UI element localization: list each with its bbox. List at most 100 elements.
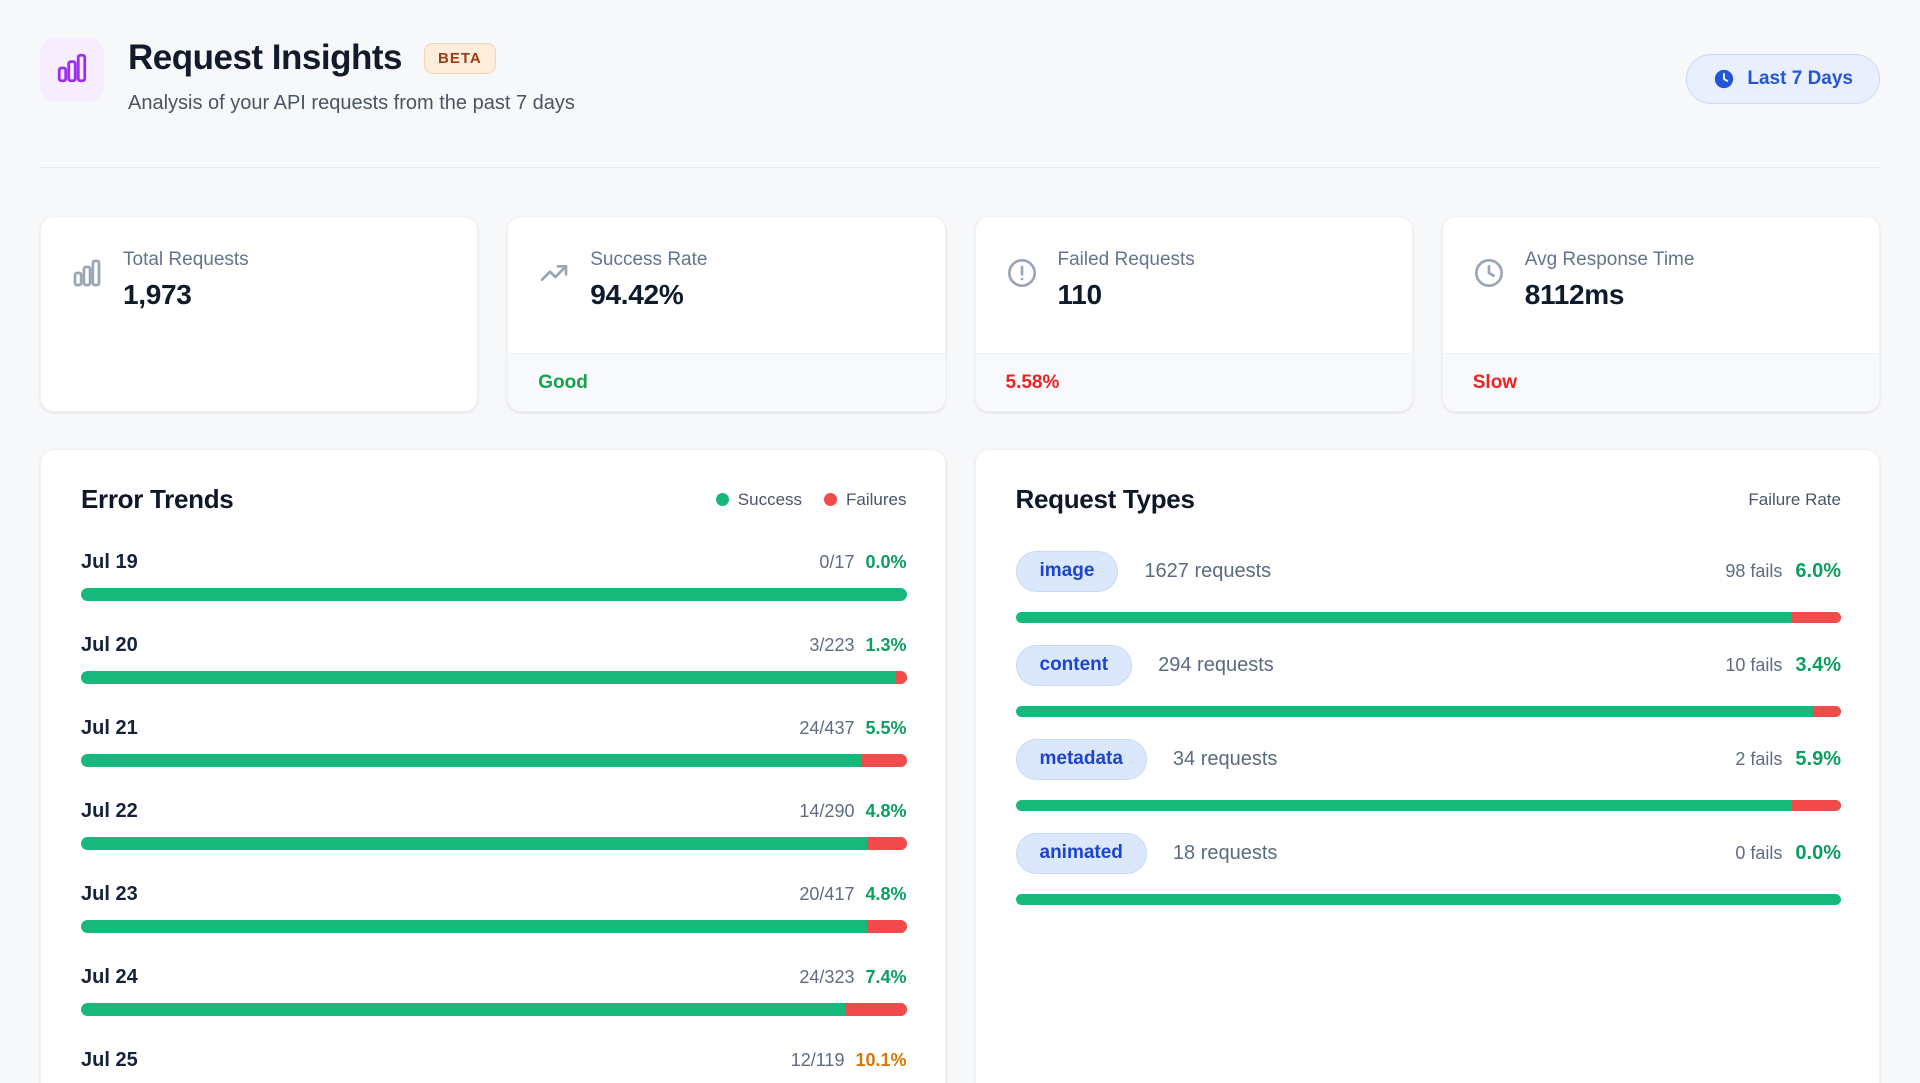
stat-label: Avg Response Time xyxy=(1525,249,1695,271)
stat-card-success-rate: Success Rate 94.42% Good xyxy=(507,216,945,412)
request-types-title: Request Types xyxy=(1016,484,1195,515)
success-failure-bar xyxy=(81,1003,907,1016)
request-type-badge: content xyxy=(1016,645,1133,686)
error-date-label: Jul 23 xyxy=(81,883,138,906)
failure-rate-pct: 5.9% xyxy=(1795,748,1841,771)
bar-chart-icon xyxy=(55,51,89,90)
success-failure-bar xyxy=(1016,800,1842,811)
legend-item-success: Success xyxy=(716,490,802,510)
error-failure-pct: 1.3% xyxy=(865,635,906,656)
bar-chart-icon xyxy=(71,257,103,294)
fail-count: 10 fails xyxy=(1725,655,1782,676)
stat-card-avg-response-time: Avg Response Time 8112ms Slow xyxy=(1442,216,1880,412)
app-logo xyxy=(40,38,104,102)
failure-rate-pct: 6.0% xyxy=(1795,560,1841,583)
error-date-label: Jul 25 xyxy=(81,1049,138,1072)
request-count: 18 requests xyxy=(1173,842,1278,865)
error-trend-row: Jul 21 24/437 5.5% xyxy=(81,717,907,767)
request-type-row: image 1627 requests 98 fails 6.0% xyxy=(1016,551,1842,623)
error-trend-row: Jul 19 0/17 0.0% xyxy=(81,551,907,601)
error-failure-pct: 0.0% xyxy=(865,552,906,573)
header-divider xyxy=(40,167,1880,168)
stat-label: Total Requests xyxy=(123,249,249,271)
fail-count: 2 fails xyxy=(1735,749,1782,770)
legend-label: Success xyxy=(738,490,802,510)
stat-card-failed-requests: Failed Requests 110 5.58% xyxy=(975,216,1413,412)
request-type-badge: metadata xyxy=(1016,739,1147,780)
error-trends-list: Jul 19 0/17 0.0% Jul 20 3/223 1.3% Jul 2… xyxy=(81,551,907,1083)
error-ratio: 24/437 xyxy=(799,718,854,739)
success-failure-bar xyxy=(1016,894,1842,905)
beta-badge: BETA xyxy=(424,43,496,74)
trending-up-icon xyxy=(538,257,570,294)
error-date-label: Jul 22 xyxy=(81,800,138,823)
clock-icon xyxy=(1713,68,1735,90)
request-types-panel: Request Types Failure Rate image 1627 re… xyxy=(975,449,1881,1083)
error-date-label: Jul 19 xyxy=(81,551,138,574)
stat-value: 110 xyxy=(1058,279,1195,311)
success-failure-bar xyxy=(1016,612,1842,623)
success-failure-bar xyxy=(81,920,907,933)
stats-row: Total Requests 1,973 Success Rate 94.42% xyxy=(40,216,1880,412)
stat-footer: 5.58% xyxy=(976,353,1412,411)
page-title: Request Insights xyxy=(128,38,402,78)
clock-icon xyxy=(1473,257,1505,294)
stat-footer: Good xyxy=(508,353,944,411)
error-ratio: 24/323 xyxy=(799,967,854,988)
error-failure-pct: 10.1% xyxy=(855,1050,906,1071)
date-range-button[interactable]: Last 7 Days xyxy=(1686,54,1880,104)
request-type-row: animated 18 requests 0 fails 0.0% xyxy=(1016,833,1842,905)
failure-bar-segment xyxy=(1792,800,1841,811)
error-date-label: Jul 21 xyxy=(81,717,138,740)
failure-rate-column-label: Failure Rate xyxy=(1748,490,1841,510)
failure-bar-segment xyxy=(861,754,906,767)
error-trend-row: Jul 22 14/290 4.8% xyxy=(81,800,907,850)
request-type-badge: animated xyxy=(1016,833,1147,874)
date-range-label: Last 7 Days xyxy=(1747,68,1853,90)
request-type-row: content 294 requests 10 fails 3.4% xyxy=(1016,645,1842,717)
error-date-label: Jul 24 xyxy=(81,966,138,989)
request-insights-page: Request Insights BETA Analysis of your A… xyxy=(0,0,1920,1083)
page-subtitle: Analysis of your API requests from the p… xyxy=(128,92,575,115)
error-trend-row: Jul 23 20/417 4.8% xyxy=(81,883,907,933)
error-trend-row: Jul 25 12/119 10.1% xyxy=(81,1049,907,1083)
failure-bar-segment xyxy=(1813,706,1841,717)
request-type-row: metadata 34 requests 2 fails 5.9% xyxy=(1016,739,1842,811)
page-header: Request Insights BETA Analysis of your A… xyxy=(40,0,1880,115)
stat-value: 1,973 xyxy=(123,279,249,311)
stat-value: 94.42% xyxy=(590,279,707,311)
error-trends-panel: Error Trends Success Failures Jul 19 0/1… xyxy=(40,449,946,1083)
failure-bar-segment xyxy=(845,1003,906,1016)
failure-bar-segment xyxy=(896,671,907,684)
success-dot-icon xyxy=(716,493,729,506)
stat-label: Success Rate xyxy=(590,249,707,271)
failure-dot-icon xyxy=(824,493,837,506)
alert-circle-icon xyxy=(1006,257,1038,294)
success-failure-bar xyxy=(81,671,907,684)
error-ratio: 14/290 xyxy=(799,801,854,822)
fail-count: 0 fails xyxy=(1735,843,1782,864)
failure-bar-segment xyxy=(867,920,907,933)
request-count: 1627 requests xyxy=(1144,560,1271,583)
error-ratio: 12/119 xyxy=(791,1050,845,1071)
error-trend-row: Jul 20 3/223 1.3% xyxy=(81,634,907,684)
failure-rate-pct: 0.0% xyxy=(1795,842,1841,865)
error-failure-pct: 7.4% xyxy=(865,967,906,988)
legend-label: Failures xyxy=(846,490,906,510)
request-types-list: image 1627 requests 98 fails 6.0% conten… xyxy=(1016,551,1842,905)
failure-bar-segment xyxy=(867,837,907,850)
legend: Success Failures xyxy=(716,490,907,510)
error-ratio: 0/17 xyxy=(819,552,854,573)
request-type-badge: image xyxy=(1016,551,1119,592)
stat-label: Failed Requests xyxy=(1058,249,1195,271)
stat-value: 8112ms xyxy=(1525,279,1695,311)
error-ratio: 20/417 xyxy=(799,884,854,905)
stat-footer: Slow xyxy=(1443,353,1879,411)
request-count: 294 requests xyxy=(1158,654,1274,677)
error-failure-pct: 4.8% xyxy=(865,801,906,822)
success-failure-bar xyxy=(81,754,907,767)
error-failure-pct: 4.8% xyxy=(865,884,906,905)
stat-card-total-requests: Total Requests 1,973 xyxy=(40,216,478,412)
error-trends-title: Error Trends xyxy=(81,484,233,515)
success-failure-bar xyxy=(81,837,907,850)
